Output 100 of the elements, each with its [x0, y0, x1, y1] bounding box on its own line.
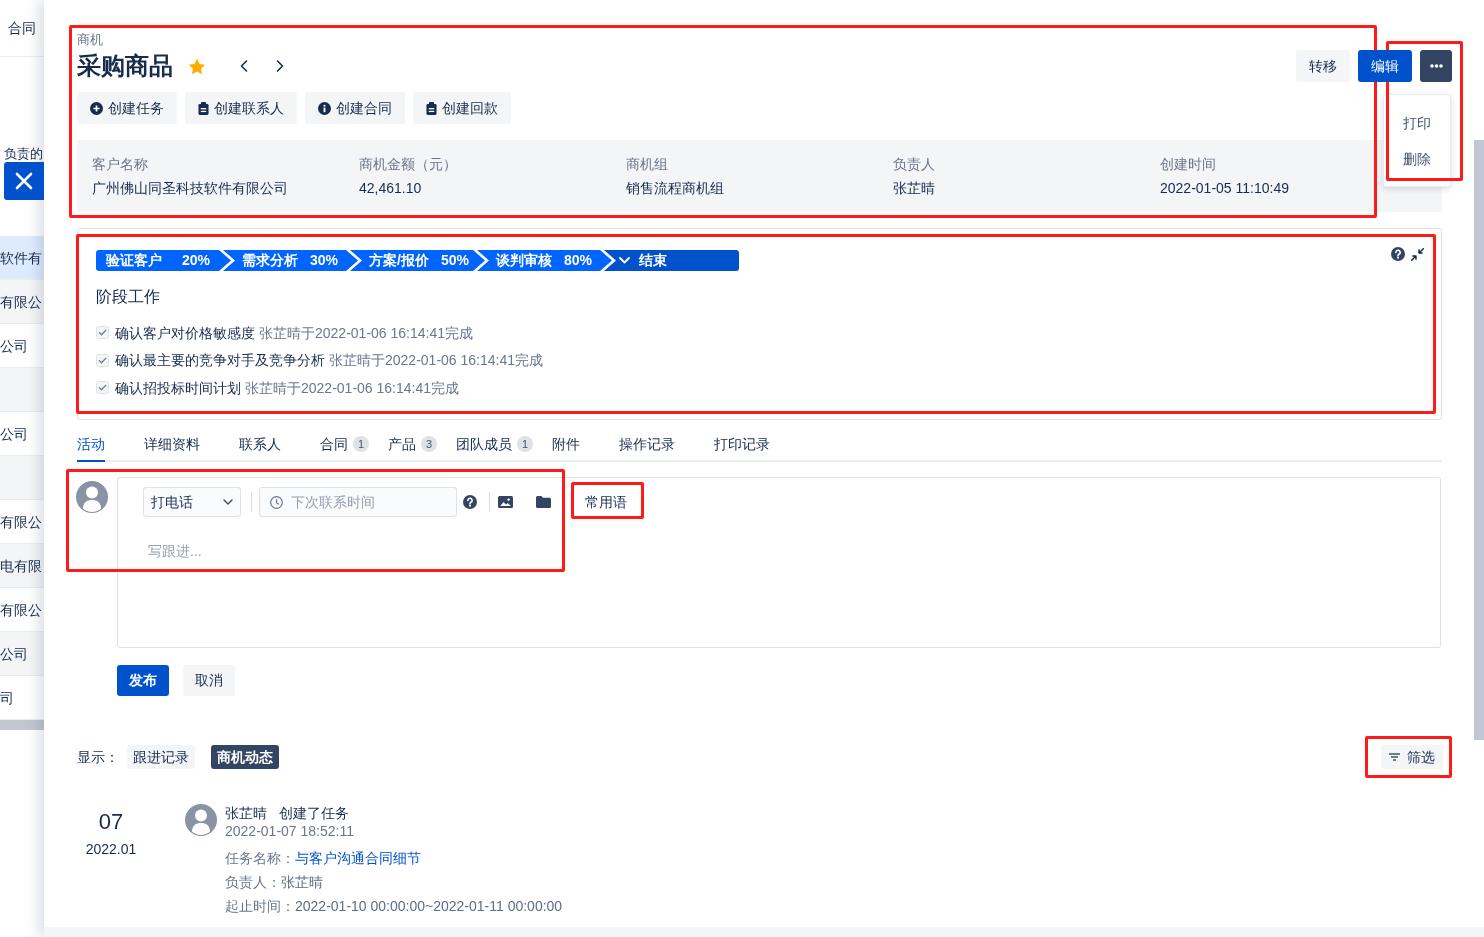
clipboard-icon	[426, 101, 437, 115]
task-link[interactable]: 与客户沟通合同细节	[295, 847, 421, 869]
checkbox[interactable]	[96, 353, 109, 367]
task-text: 确认招投标时间计划	[115, 378, 241, 398]
field-label: 起止时间：	[225, 896, 295, 916]
scrollbar	[0, 720, 44, 730]
field-label: 商机组	[626, 155, 668, 174]
tab[interactable]: 详细资料	[144, 432, 200, 462]
plus-circle-icon	[90, 101, 103, 115]
tab[interactable]: 附件	[552, 432, 580, 462]
quick-action-button[interactable]: 创建任务	[77, 92, 177, 124]
date-field[interactable]: 下次联系时间	[259, 487, 457, 517]
field-value: 张芷晴	[893, 179, 935, 198]
stage-step[interactable]: 需求分析 30%	[223, 250, 358, 271]
menu-item[interactable]: 打印	[1384, 105, 1450, 141]
completion-note: 张芷晴于2022-01-06 16:14:41完成	[259, 323, 473, 343]
field-label: 客户名称	[92, 155, 148, 174]
row-text: 电有限	[0, 556, 42, 575]
field-value: 42,461.10	[359, 179, 422, 198]
checkbox[interactable]	[96, 381, 109, 395]
field-value: 广州佛山同圣科技软件有限公司	[92, 179, 288, 198]
list-row[interactable]: 公司	[0, 632, 44, 676]
tab[interactable]: 打印记录	[714, 432, 770, 462]
row-text: 公司	[0, 336, 28, 355]
clock-icon	[270, 495, 283, 509]
quick-action-button[interactable]: 创建联系人	[185, 92, 297, 124]
transfer-button[interactable]: 转移	[1296, 50, 1350, 82]
tab[interactable]: 活动	[77, 432, 105, 462]
tab[interactable]: 合同 1	[320, 432, 369, 462]
chevron-left-icon[interactable]	[240, 60, 248, 72]
menu-item[interactable]: 删除	[1384, 141, 1450, 177]
help-icon[interactable]	[1391, 247, 1405, 261]
edit-button[interactable]: 编辑	[1358, 50, 1412, 82]
field-label: 创建时间	[1160, 155, 1216, 174]
author-name: 张芷晴	[225, 804, 267, 822]
display-label: 显示：	[77, 747, 119, 767]
caret-down-icon	[223, 499, 233, 505]
tab[interactable]: 产品 3	[388, 432, 437, 462]
more-button[interactable]	[1420, 50, 1452, 82]
stage-step[interactable]: 结束	[604, 250, 739, 271]
task-text: 确认最主要的竞争对手及竞争分析	[115, 351, 325, 371]
composer-box[interactable]: 打电话 下次联系时间 常用语 写跟进...	[117, 477, 1441, 648]
completion-note: 张芷晴于2022-01-06 16:14:41完成	[329, 351, 543, 371]
action-text: 创建了任务	[279, 804, 349, 822]
date-input[interactable]: 下次联系时间	[291, 491, 451, 513]
field-label: 商机金额（元）	[359, 155, 457, 174]
user-avatar-icon	[185, 804, 217, 836]
field-label: 任务名称：	[225, 848, 295, 868]
row-text: 有限公	[0, 512, 42, 531]
note-field[interactable]: 写跟进...	[143, 537, 1433, 637]
info-icon	[318, 101, 331, 115]
completion-note: 张芷晴于2022-01-06 16:14:41完成	[245, 378, 459, 398]
field-label: 负责人：	[225, 872, 281, 892]
chevron-down-icon	[619, 257, 630, 264]
submit-button[interactable]: 发布	[117, 665, 169, 696]
filter-chip[interactable]: 商机动态	[211, 745, 279, 769]
image-icon[interactable]	[498, 496, 513, 508]
close-button[interactable]	[4, 162, 44, 200]
activity-type-select[interactable]: 打电话	[143, 487, 241, 517]
list-row[interactable]: 软件有	[0, 236, 44, 280]
row-text: 公司	[0, 424, 28, 443]
phrases-button[interactable]: 常用语	[575, 487, 637, 517]
stage-step[interactable]: 谈判审核 80%	[477, 250, 612, 271]
quick-action-button[interactable]: 创建合同	[305, 92, 405, 124]
help-icon[interactable]	[463, 495, 477, 509]
cancel-button[interactable]: 取消	[183, 665, 235, 696]
field-value: 2022-01-10 00:00:00~2022-01-11 00:00:00	[295, 896, 563, 916]
quick-action-button[interactable]: 创建回款	[413, 92, 511, 124]
user-avatar-icon	[76, 481, 108, 513]
day-number: 07	[98, 809, 124, 835]
chevron-right-icon[interactable]	[276, 60, 284, 72]
filter-chip[interactable]: 跟进记录	[127, 745, 195, 769]
tab[interactable]: 操作记录	[619, 432, 675, 462]
tab[interactable]: 团队成员 1	[456, 432, 533, 462]
checkbox[interactable]	[96, 326, 109, 340]
shrink-arrows-icon[interactable]	[1411, 247, 1424, 261]
list-row[interactable]: 有限公	[0, 280, 44, 324]
row-text: 软件有	[0, 248, 42, 267]
record-title: 采购商品	[77, 51, 173, 81]
filter-text: 负责的	[4, 147, 43, 161]
more-icon	[1429, 64, 1443, 68]
field-value: 张芷晴	[281, 872, 323, 892]
tab[interactable]: 联系人	[239, 432, 281, 462]
close-icon	[15, 172, 33, 190]
list-row[interactable]: 电有限	[0, 544, 44, 588]
row-text: 公司	[0, 644, 28, 663]
clipboard-icon	[198, 101, 209, 115]
timestamp: 2022-01-07 18:52:11	[225, 822, 354, 840]
filter-button[interactable]: 筛选	[1381, 745, 1443, 769]
nav-tab[interactable]: 合同	[8, 19, 36, 37]
field-label: 负责人	[893, 155, 935, 174]
folder-icon[interactable]	[536, 496, 551, 508]
month-year: 2022.01	[85, 840, 137, 858]
count-badge: 1	[517, 436, 533, 452]
row-text: 司	[0, 688, 14, 707]
stage-step[interactable]: 验证客户 20%	[96, 250, 231, 271]
star-icon[interactable]	[188, 57, 206, 75]
stage-step[interactable]: 方案/报价 50%	[350, 250, 485, 271]
record-type-label: 商机	[77, 32, 103, 48]
section-title: 阶段工作	[96, 287, 160, 307]
